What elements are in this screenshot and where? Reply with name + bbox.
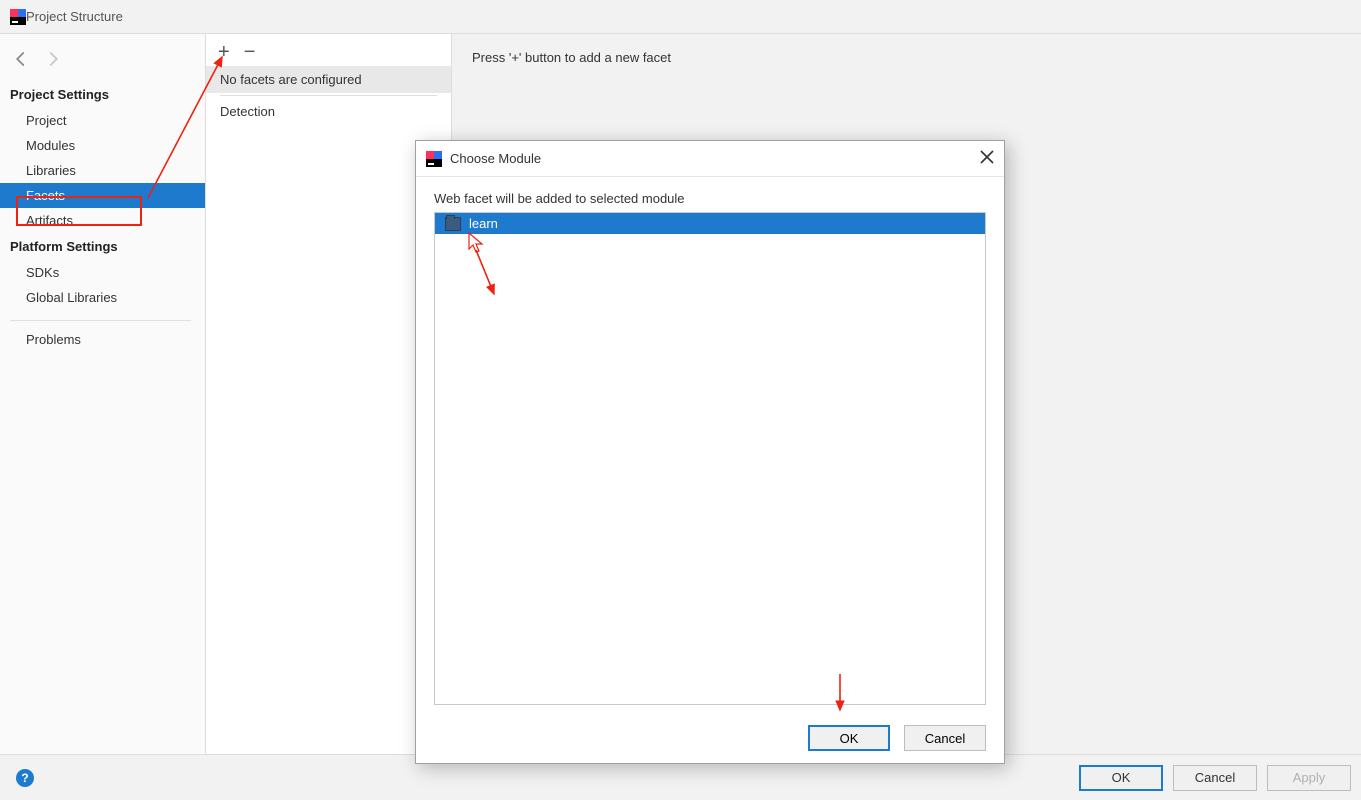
section-platform-settings: Platform Settings (0, 233, 205, 260)
add-facet-button[interactable]: + (218, 42, 230, 62)
sidebar-item-project[interactable]: Project (0, 108, 205, 133)
dialog-instruction: Web facet will be added to selected modu… (434, 191, 986, 206)
cancel-button[interactable]: Cancel (1173, 765, 1257, 791)
sidebar-item-global-libraries[interactable]: Global Libraries (0, 285, 205, 310)
sidebar-item-libraries[interactable]: Libraries (0, 158, 205, 183)
remove-facet-button[interactable]: − (244, 42, 256, 62)
dialog-titlebar: Choose Module (416, 141, 1004, 177)
forward-icon[interactable] (44, 50, 62, 71)
content-hint: Press '+' button to add a new facet (472, 50, 1341, 65)
nav-icons (0, 44, 205, 81)
section-project-settings: Project Settings (0, 81, 205, 108)
sidebar-item-sdks[interactable]: SDKs (0, 260, 205, 285)
window-title: Project Structure (26, 9, 123, 24)
help-icon[interactable]: ? (16, 769, 34, 787)
sidebar-divider (10, 320, 191, 321)
facet-detection[interactable]: Detection (206, 98, 451, 125)
sidebar: Project Settings Project Modules Librari… (0, 34, 206, 754)
dialog-cancel-button[interactable]: Cancel (904, 725, 986, 751)
app-icon (10, 9, 26, 25)
dialog-app-icon (426, 151, 442, 167)
sidebar-item-problems[interactable]: Problems (0, 327, 205, 352)
module-list[interactable]: learn (434, 212, 986, 705)
choose-module-dialog: Choose Module Web facet will be added to… (415, 140, 1005, 764)
apply-button: Apply (1267, 765, 1351, 791)
module-item-learn[interactable]: learn (435, 213, 985, 234)
facet-empty-message[interactable]: No facets are configured (206, 66, 451, 93)
module-label: learn (469, 216, 498, 231)
dialog-ok-button[interactable]: OK (808, 725, 890, 751)
ok-button[interactable]: OK (1079, 765, 1163, 791)
mid-divider (220, 95, 437, 96)
back-icon[interactable] (12, 50, 30, 71)
window-titlebar: Project Structure (0, 0, 1361, 34)
dialog-title: Choose Module (450, 151, 541, 166)
close-icon[interactable] (980, 150, 994, 167)
facet-toolbar: + − (206, 34, 451, 66)
module-icon (445, 217, 461, 231)
sidebar-item-modules[interactable]: Modules (0, 133, 205, 158)
dialog-button-row: OK Cancel (416, 713, 1004, 763)
sidebar-item-artifacts[interactable]: Artifacts (0, 208, 205, 233)
sidebar-item-facets[interactable]: Facets (0, 183, 205, 208)
